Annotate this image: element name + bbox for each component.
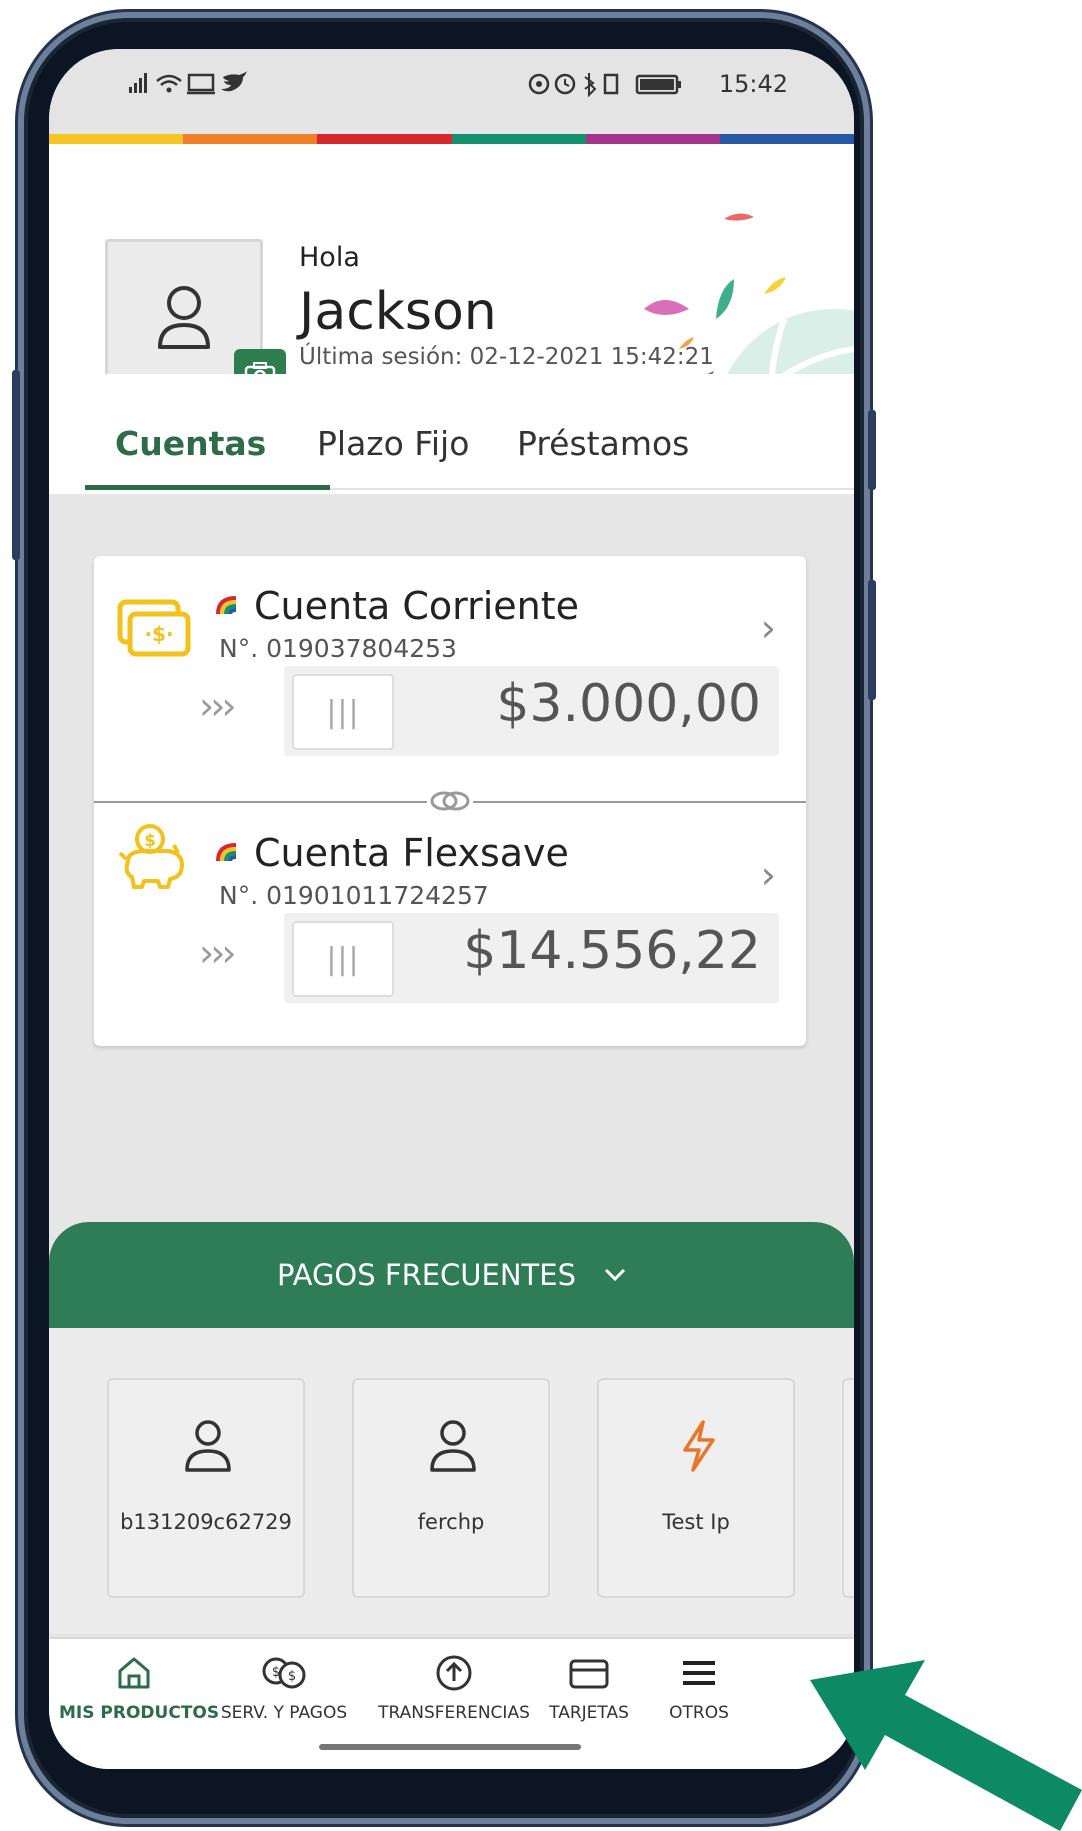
brand-color-stripe xyxy=(49,134,854,144)
payment-card[interactable]: b131209c62729 xyxy=(107,1378,305,1598)
user-icon xyxy=(430,1420,476,1472)
account-name: Cuenta Corriente xyxy=(254,584,580,628)
piggy-bank-icon: $ xyxy=(118,824,184,889)
status-bar: 15:42 xyxy=(49,49,854,129)
slide-arrows-icon: ››› xyxy=(199,684,237,728)
stripe-segment xyxy=(451,134,586,144)
stripe-segment xyxy=(585,134,720,144)
chevron-right-icon[interactable]: › xyxy=(761,606,776,650)
svg-text:$: $ xyxy=(272,1665,280,1680)
account-item[interactable]: ·$· Cuenta Corriente N°. 019037804253 › … xyxy=(94,556,806,801)
signal-wifi-icons xyxy=(129,71,247,95)
payment-card-partial[interactable] xyxy=(842,1378,854,1598)
account-balance: $14.556,22 xyxy=(463,921,761,981)
system-status-icons xyxy=(528,73,681,98)
stripe-segment xyxy=(183,134,318,144)
payment-card[interactable]: Test Ip xyxy=(597,1378,795,1598)
user-icon xyxy=(185,1420,231,1472)
payment-label: Test Ip xyxy=(662,1510,730,1534)
account-item[interactable]: $ Cuenta Flexsave N°. 01901011724257 › ›… xyxy=(94,803,806,1048)
phone-screen: 15:42 Hola Jackson Última sesión: 02-12- xyxy=(49,49,854,1769)
home-indicator xyxy=(319,1744,581,1750)
stripe-segment xyxy=(49,134,184,144)
user-icon xyxy=(158,286,210,349)
tab-plazo-fijo[interactable]: Plazo Fijo xyxy=(317,424,469,463)
volume-button xyxy=(12,370,20,560)
status-right-icons: 15:42 xyxy=(527,69,788,99)
accounts-card: ·$· Cuenta Corriente N°. 019037804253 › … xyxy=(94,556,806,1046)
balance-slider[interactable]: ||| $3.000,00 xyxy=(284,666,779,756)
nav-serv-pagos[interactable]: $ $ SERV. Y PAGOS xyxy=(214,1653,354,1723)
nav-otros[interactable]: OTROS xyxy=(649,1653,749,1723)
bank-logo-icon xyxy=(216,596,237,615)
status-left-icons xyxy=(127,69,257,105)
nav-tarjetas[interactable]: TARJETAS xyxy=(534,1653,644,1723)
status-time: 15:42 xyxy=(718,70,788,98)
active-tab-indicator xyxy=(85,485,330,490)
account-number: N°. 019037804253 xyxy=(219,634,457,663)
svg-text:·$·: ·$· xyxy=(144,622,173,646)
nav-transferencias[interactable]: TRANSFERENCIAS xyxy=(374,1653,534,1723)
arrow-up-circle-icon xyxy=(436,1655,472,1691)
payment-card[interactable]: ferchp xyxy=(352,1378,550,1598)
user-name: Jackson xyxy=(299,282,497,342)
nav-label: TRANSFERENCIAS xyxy=(378,1703,530,1723)
account-number: N°. 01901011724257 xyxy=(219,881,489,910)
tab-cuentas[interactable]: Cuentas xyxy=(115,424,266,463)
nav-mis-productos[interactable]: MIS PRODUCTOS xyxy=(59,1653,220,1723)
frequent-payments-title: PAGOS FRECUENTES xyxy=(277,1258,576,1292)
svg-text:$: $ xyxy=(144,831,156,851)
money-bill-icon: ·$· xyxy=(117,599,191,657)
greeting-text: Hola xyxy=(299,242,360,273)
balance-slider[interactable]: ||| $14.556,22 xyxy=(284,913,779,1003)
payment-label: ferchp xyxy=(417,1510,485,1534)
slider-handle[interactable]: ||| xyxy=(292,674,394,750)
payment-label: b131209c62729 xyxy=(120,1510,292,1534)
pointer-arrow-icon xyxy=(810,1660,1082,1831)
frequent-payments-list: b131209c62729 ferchp Test Ip xyxy=(49,1328,854,1633)
nav-label: TARJETAS xyxy=(549,1703,629,1723)
lightning-icon xyxy=(683,1420,715,1472)
menu-icon xyxy=(683,1661,715,1685)
account-balance: $3.000,00 xyxy=(496,674,761,734)
svg-text:$: $ xyxy=(288,1669,296,1684)
stripe-segment xyxy=(719,134,854,144)
power-button xyxy=(868,410,876,490)
tab-prestamos[interactable]: Préstamos xyxy=(517,424,689,463)
product-tabs: Cuentas Plazo Fijo Préstamos xyxy=(49,374,854,494)
stripe-segment xyxy=(317,134,452,144)
nav-label: OTROS xyxy=(669,1703,729,1723)
nav-label: MIS PRODUCTOS xyxy=(59,1703,220,1723)
chevron-down-icon xyxy=(604,1268,626,1282)
slider-handle[interactable]: ||| xyxy=(292,921,394,997)
nav-label: SERV. Y PAGOS xyxy=(220,1703,348,1723)
slide-arrows-icon: ››› xyxy=(199,931,237,975)
card-icon xyxy=(569,1659,609,1689)
account-name: Cuenta Flexsave xyxy=(254,831,569,875)
frequent-payments-header[interactable]: PAGOS FRECUENTES xyxy=(49,1222,854,1328)
side-button xyxy=(868,580,876,700)
coins-icon: $ $ xyxy=(262,1657,306,1689)
home-icon xyxy=(118,1657,150,1689)
chevron-right-icon[interactable]: › xyxy=(761,853,776,897)
bank-logo-icon xyxy=(216,843,237,862)
